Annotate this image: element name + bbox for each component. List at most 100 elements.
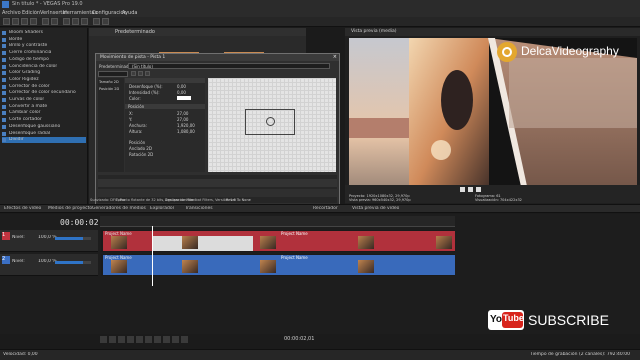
tab-explorer[interactable]: Explorador	[150, 206, 174, 211]
effect-list-item[interactable]: Curvas de color	[2, 97, 86, 103]
prop-value[interactable]: 27,00	[177, 117, 188, 122]
new-icon[interactable]	[3, 18, 10, 25]
dialog-titlebar: Movimiento de pista - Pista 1 ×	[96, 54, 339, 61]
track-level-slider[interactable]	[55, 261, 91, 264]
track-lane-2[interactable]: Project Name Project Name	[101, 254, 455, 276]
copy-icon[interactable]	[72, 18, 79, 25]
effect-name: Código de tiempo	[9, 56, 49, 62]
menu-ayuda[interactable]: Ayuda	[122, 10, 137, 16]
stop-icon[interactable]	[476, 187, 481, 192]
play-icon[interactable]	[127, 336, 134, 343]
open-icon[interactable]	[12, 18, 19, 25]
tab-trimmer[interactable]: Recortador	[313, 206, 338, 211]
pause-icon[interactable]	[468, 187, 473, 192]
play-from-start-icon[interactable]	[118, 336, 125, 343]
playhead[interactable]	[152, 226, 153, 286]
subscribe-label: SUBSCRIBE	[528, 312, 609, 328]
prop-position-2d[interactable]: Posición 2D	[99, 87, 119, 91]
track-header-2[interactable]: 2 Nivel: 100,0 %	[0, 254, 98, 276]
effect-list-item[interactable]: Corrector de color secundario	[2, 90, 86, 96]
prop-size-2d[interactable]: Tamaño 2D	[99, 80, 119, 84]
left-panel-sea	[349, 118, 409, 138]
effect-list-item[interactable]: Brillo y contraste	[2, 43, 86, 49]
status-rate: Velocidad: 0,00	[3, 352, 38, 357]
track-number: 1	[2, 232, 10, 240]
prop-label: Intensidad (%):	[129, 90, 160, 95]
save-icon[interactable]	[21, 18, 28, 25]
zoom-icon[interactable]	[145, 71, 150, 76]
record-icon[interactable]	[100, 336, 107, 343]
render-icon[interactable]	[30, 18, 37, 25]
lock-icon[interactable]	[102, 18, 109, 25]
fx-icon	[2, 104, 6, 109]
axis-dropdown[interactable]	[98, 71, 128, 77]
tab-video-preview[interactable]: Vista previa de vídeo	[352, 206, 399, 211]
effect-list-item[interactable]: Bloom Shaders	[2, 30, 86, 36]
redo-icon[interactable]	[51, 18, 58, 25]
effect-list-item[interactable]: Desenfoque gaussiano	[2, 124, 86, 130]
effect-list-item[interactable]: Corrector de color	[2, 84, 86, 90]
preset-dropdown[interactable]: (Sin título)	[128, 63, 330, 69]
frame-center-icon[interactable]	[266, 117, 275, 126]
prev-frame-icon[interactable]	[172, 336, 179, 343]
track-header-1[interactable]: 1 Nivel: 100,0 %	[0, 230, 98, 252]
clip-thumb	[436, 236, 452, 249]
prop-value[interactable]: 0,00	[177, 90, 186, 95]
video-clip[interactable]: Project Name	[103, 255, 455, 275]
stop-icon[interactable]	[145, 336, 152, 343]
effect-name: Corrector de color secundario	[9, 90, 76, 96]
go-start-icon[interactable]	[154, 336, 161, 343]
effect-list-item[interactable]: Convertir a mate	[2, 104, 86, 110]
play-icon[interactable]	[460, 187, 465, 192]
brand-name: DelcaVideography	[521, 44, 619, 58]
origin-label[interactable]: Anclado 2D	[129, 146, 152, 151]
prop-value[interactable]: 27,00	[177, 111, 188, 116]
undo-icon[interactable]	[42, 18, 49, 25]
effect-list-item[interactable]: Desenfoque radial	[2, 131, 86, 137]
paste-icon[interactable]	[81, 18, 88, 25]
go-end-icon[interactable]	[163, 336, 170, 343]
right-panel-sky	[509, 58, 637, 128]
prop-value[interactable]: 1,080,00	[177, 129, 195, 134]
prop-label: Anchura:	[129, 123, 147, 128]
tab-project-media[interactable]: Medios de proyecto	[48, 206, 92, 211]
effect-list-item[interactable]: Corte cortador	[2, 117, 86, 123]
menu-edicion[interactable]: Edición	[22, 10, 40, 16]
loop-icon[interactable]	[109, 336, 116, 343]
pause-icon[interactable]	[136, 336, 143, 343]
close-icon[interactable]: ×	[333, 54, 337, 60]
effect-list-item[interactable]: Código de tiempo	[2, 57, 86, 63]
rotate-icon[interactable]	[138, 71, 143, 76]
effect-list-item[interactable]: Color Grading	[2, 70, 86, 76]
keyframe-lane[interactable]	[98, 189, 337, 197]
timeline-ruler[interactable]	[100, 216, 455, 227]
track-lane-1[interactable]: Project Name Project Name	[101, 230, 455, 252]
next-frame-icon[interactable]	[181, 336, 188, 343]
keyframe-lane[interactable]	[98, 179, 337, 187]
video-clip[interactable]: Project Name	[103, 231, 455, 251]
track-frame[interactable]	[245, 109, 295, 135]
tab-media-generators[interactable]: Generadores de medios	[92, 206, 146, 211]
menu-archivo[interactable]: Archivo	[2, 10, 21, 16]
effect-list-item[interactable]: Cierre crominancia	[2, 50, 86, 56]
color-swatch[interactable]	[177, 96, 191, 100]
prop-label: Desenfoque (%):	[129, 84, 163, 89]
track-level-slider[interactable]	[55, 237, 91, 240]
cut-icon[interactable]	[63, 18, 70, 25]
snap-icon[interactable]	[93, 18, 100, 25]
menu-ver[interactable]: Ver	[40, 10, 48, 16]
origin-label[interactable]: Rotación 2D	[129, 152, 153, 157]
effect-list-item[interactable]: Color Rigidez	[2, 77, 86, 83]
prop-value[interactable]: 1,920,00	[177, 123, 195, 128]
prop-label: Altura:	[129, 129, 143, 134]
prop-value[interactable]: 0,00	[177, 84, 186, 89]
motion-canvas[interactable]	[208, 78, 336, 172]
youtube-logo: You Tube	[488, 310, 524, 330]
effect-list-item[interactable]: Cambiar color	[2, 110, 86, 116]
move-icon[interactable]	[131, 71, 136, 76]
effect-list-item[interactable]: Borde	[2, 37, 86, 43]
effect-list-item[interactable]: Coincidencia de color	[2, 64, 86, 70]
tab-video-effects[interactable]: Efectos de vídeo	[4, 206, 41, 211]
effect-list-item[interactable]: Dividir	[2, 137, 86, 144]
tab-transitions[interactable]: Transiciones	[185, 206, 213, 211]
